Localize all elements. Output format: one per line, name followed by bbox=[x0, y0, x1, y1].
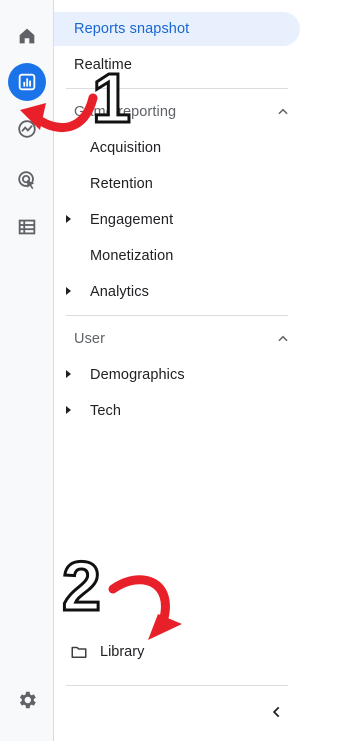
nav-item-acquisition[interactable]: Acquisition bbox=[54, 131, 300, 165]
configure-icon[interactable] bbox=[8, 208, 46, 246]
nav-item-demographics[interactable]: Demographics bbox=[54, 358, 300, 392]
section-user-header[interactable]: User bbox=[54, 322, 300, 356]
advertising-icon[interactable] bbox=[8, 161, 46, 199]
section-game-reporting-header[interactable]: Game reporting bbox=[54, 95, 300, 129]
icon-rail bbox=[0, 0, 54, 741]
chevron-left-icon bbox=[272, 706, 280, 718]
library-label: Library bbox=[100, 644, 145, 660]
nav-item-reports-snapshot[interactable]: Reports snapshot bbox=[54, 12, 300, 46]
nav-item-label: Demographics bbox=[90, 367, 185, 383]
nav-item-retention[interactable]: Retention bbox=[54, 167, 300, 201]
section-label: User bbox=[74, 331, 106, 347]
explore-icon[interactable] bbox=[8, 110, 46, 148]
nav-item-label: Monetization bbox=[90, 248, 174, 264]
nav-item-label: Retention bbox=[90, 176, 153, 192]
nav-item-realtime[interactable]: Realtime bbox=[54, 48, 300, 82]
nav-item-tech[interactable]: Tech bbox=[54, 394, 300, 428]
divider bbox=[66, 315, 288, 316]
nav-item-label: Engagement bbox=[90, 212, 174, 228]
nav-item-label: Analytics bbox=[90, 284, 149, 300]
expand-caret-icon[interactable] bbox=[66, 406, 71, 414]
nav-item-label: Tech bbox=[90, 403, 122, 419]
nav-item-label: Reports snapshot bbox=[74, 21, 190, 37]
nav-item-engagement[interactable]: Engagement bbox=[54, 203, 300, 237]
expand-caret-icon[interactable] bbox=[66, 287, 71, 295]
divider bbox=[66, 685, 288, 686]
gear-icon[interactable] bbox=[8, 681, 46, 719]
nav-item-monetization[interactable]: Monetization bbox=[54, 239, 300, 273]
folder-icon bbox=[71, 646, 87, 658]
expand-caret-icon[interactable] bbox=[66, 215, 71, 223]
chevron-up-icon bbox=[278, 335, 288, 342]
chevron-up-icon bbox=[278, 108, 288, 115]
reports-nav-panel: Reports snapshot Realtime Game reporting… bbox=[54, 0, 344, 741]
divider bbox=[66, 88, 288, 89]
collapse-nav-button[interactable] bbox=[265, 700, 289, 724]
nav-item-label: Acquisition bbox=[90, 140, 162, 156]
reports-icon[interactable] bbox=[8, 63, 46, 101]
section-label: Game reporting bbox=[74, 104, 177, 120]
nav-item-label: Realtime bbox=[74, 57, 133, 73]
nav-item-analytics[interactable]: Analytics bbox=[54, 275, 300, 309]
home-icon[interactable] bbox=[8, 17, 46, 55]
expand-caret-icon[interactable] bbox=[66, 370, 71, 378]
library-link[interactable]: Library bbox=[70, 636, 144, 668]
